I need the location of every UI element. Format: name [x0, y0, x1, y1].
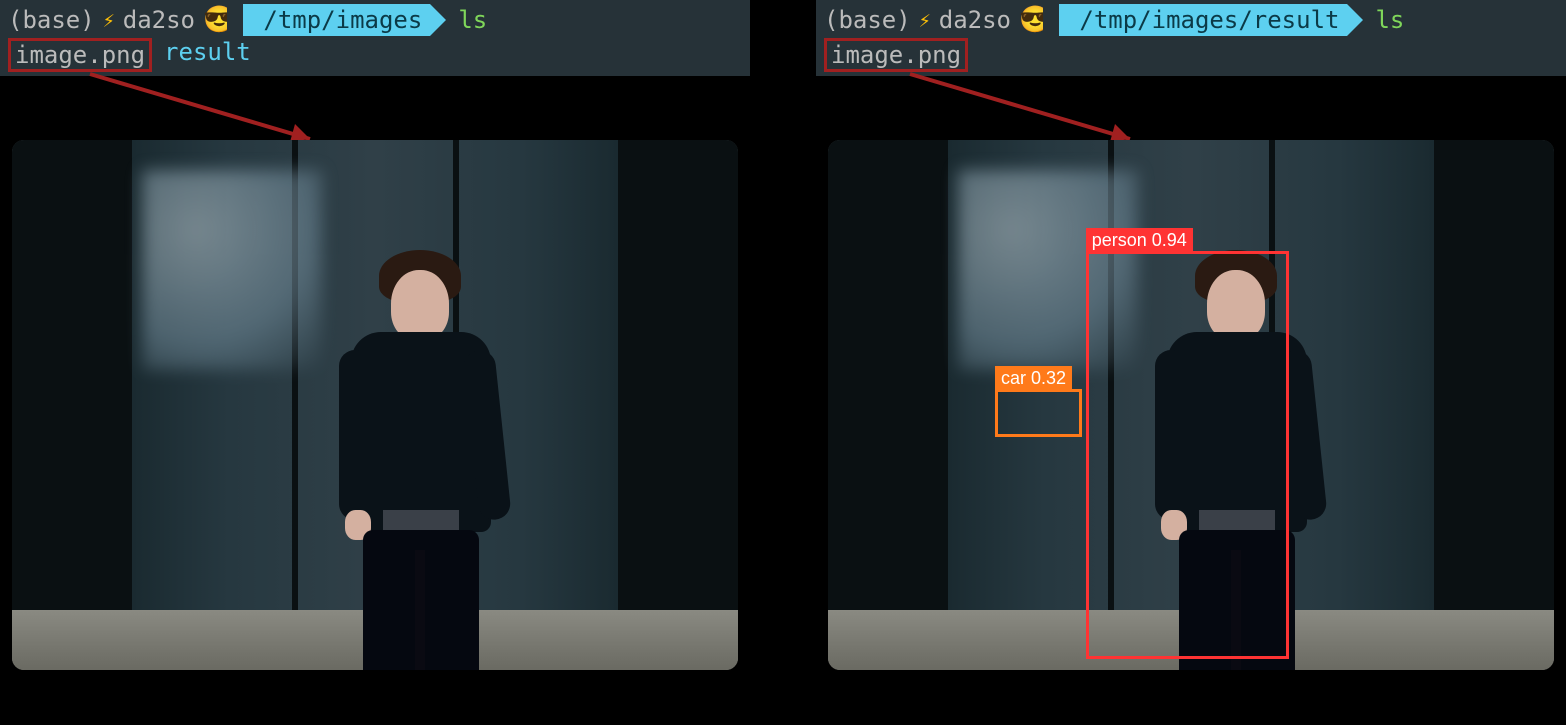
- bbox-car: car 0.32: [995, 389, 1082, 437]
- left-panel: (base) ⚡ da2so 😎 /tmp/images ls image.pn…: [0, 0, 750, 76]
- prompt-line-right: (base) ⚡ da2so 😎 /tmp/images/result ls: [824, 4, 1558, 36]
- path-text: /tmp/images/result: [1059, 4, 1347, 36]
- output-line-right: image.png: [824, 38, 1558, 72]
- right-panel: (base) ⚡ da2so 😎 /tmp/images/result ls i…: [816, 0, 1566, 76]
- scene-illustration: person 0.94 car 0.32: [828, 140, 1554, 670]
- building-left: [12, 140, 132, 610]
- bbox-person: person 0.94: [1086, 251, 1289, 659]
- command-text: ls: [1375, 6, 1404, 34]
- result-image: person 0.94 car 0.32: [828, 140, 1554, 670]
- legs: [363, 530, 479, 670]
- file-highlighted: image.png: [8, 38, 152, 72]
- bbox-car-label: car 0.32: [995, 366, 1072, 391]
- input-image: [12, 140, 738, 670]
- terminal-left[interactable]: (base) ⚡ da2so 😎 /tmp/images ls image.pn…: [0, 0, 750, 76]
- env-label: (base): [8, 6, 95, 34]
- head: [391, 270, 449, 340]
- building-left: [828, 140, 948, 610]
- scene-illustration: [12, 140, 738, 670]
- terminal-right[interactable]: (base) ⚡ da2so 😎 /tmp/images/result ls i…: [816, 0, 1566, 76]
- output-line-left: image.png result: [8, 38, 742, 72]
- path-segment: /tmp/images: [243, 4, 430, 36]
- path-text: /tmp/images: [243, 4, 430, 36]
- file-highlighted: image.png: [824, 38, 968, 72]
- env-label: (base): [824, 6, 911, 34]
- lightning-icon: ⚡: [919, 8, 931, 32]
- bbox-person-label: person 0.94: [1086, 228, 1193, 253]
- user-label: da2so: [123, 6, 195, 34]
- reflection: [142, 170, 322, 370]
- prompt-line-left: (base) ⚡ da2so 😎 /tmp/images ls: [8, 4, 742, 36]
- person-figure: [331, 250, 511, 670]
- user-label: da2so: [939, 6, 1011, 34]
- folder-name: result: [164, 38, 251, 72]
- building-right: [1434, 140, 1554, 610]
- building-right: [618, 140, 738, 610]
- arm-left: [339, 350, 371, 520]
- path-segment: /tmp/images/result: [1059, 4, 1347, 36]
- lightning-icon: ⚡: [103, 8, 115, 32]
- command-text: ls: [458, 6, 487, 34]
